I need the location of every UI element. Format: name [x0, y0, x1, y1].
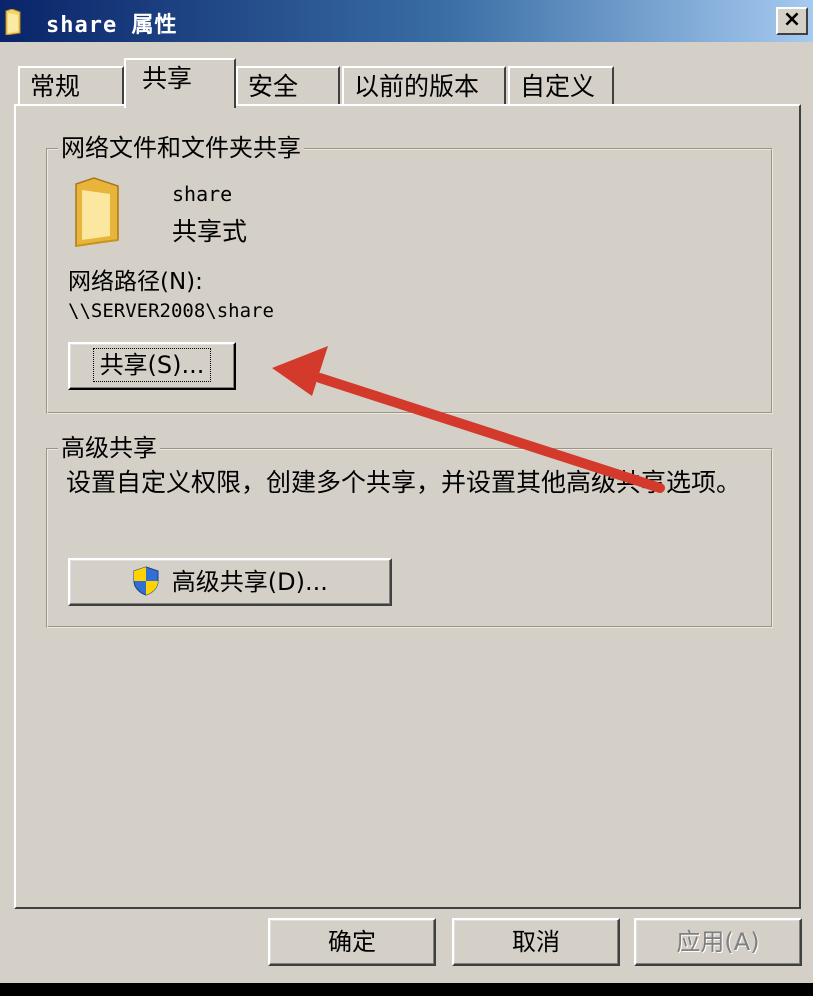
sharing-panel: 网络文件和文件夹共享 share 共享式 网络路径(N): \\SERVER20…	[14, 104, 801, 909]
advanced-sharing-description: 设置自定义权限，创建多个共享，并设置其他高级共享选项。	[66, 468, 742, 497]
cancel-button-label: 取消	[512, 928, 560, 956]
tab-security-label: 安全	[248, 72, 299, 101]
tab-sharing-label: 共享	[142, 64, 193, 93]
tab-previous-versions[interactable]: 以前的版本	[342, 66, 506, 106]
share-status: 共享式	[172, 217, 248, 246]
tab-security[interactable]: 安全	[236, 66, 340, 106]
apply-button[interactable]: 应用(A)	[634, 918, 802, 966]
folder-icon	[75, 177, 119, 247]
ok-button[interactable]: 确定	[268, 918, 436, 966]
tab-previous-versions-label: 以前的版本	[354, 72, 480, 101]
apply-button-label: 应用(A)	[676, 928, 760, 956]
tab-general-label: 常规	[30, 72, 81, 101]
close-icon: ×	[782, 7, 802, 32]
tab-customize[interactable]: 自定义	[508, 66, 614, 106]
advanced-sharing-button-label: 高级共享(D)...	[171, 568, 328, 596]
network-sharing-legend: 网络文件和文件夹共享	[58, 134, 304, 162]
uac-shield-icon	[133, 566, 159, 596]
advanced-sharing-button[interactable]: 高级共享(D)...	[68, 558, 392, 606]
tab-general[interactable]: 常规	[18, 66, 124, 106]
tab-sharing[interactable]: 共享	[124, 58, 236, 108]
network-path-label: 网络路径(N):	[68, 269, 203, 295]
network-path-value: \\SERVER2008\share	[68, 300, 274, 322]
share-button-label: 共享(S)...	[92, 348, 212, 382]
advanced-sharing-legend: 高级共享	[58, 434, 160, 462]
folder-icon	[5, 9, 21, 35]
share-button[interactable]: 共享(S)...	[68, 342, 236, 390]
cancel-button[interactable]: 取消	[452, 918, 620, 966]
window-title: share 属性	[46, 13, 178, 38]
close-button[interactable]: ×	[776, 7, 808, 35]
tab-customize-label: 自定义	[520, 72, 596, 101]
bottom-edge	[0, 983, 813, 996]
ok-button-label: 确定	[328, 928, 376, 956]
folder-name: share	[172, 182, 233, 206]
title-bar[interactable]: share 属性 ×	[0, 0, 813, 42]
